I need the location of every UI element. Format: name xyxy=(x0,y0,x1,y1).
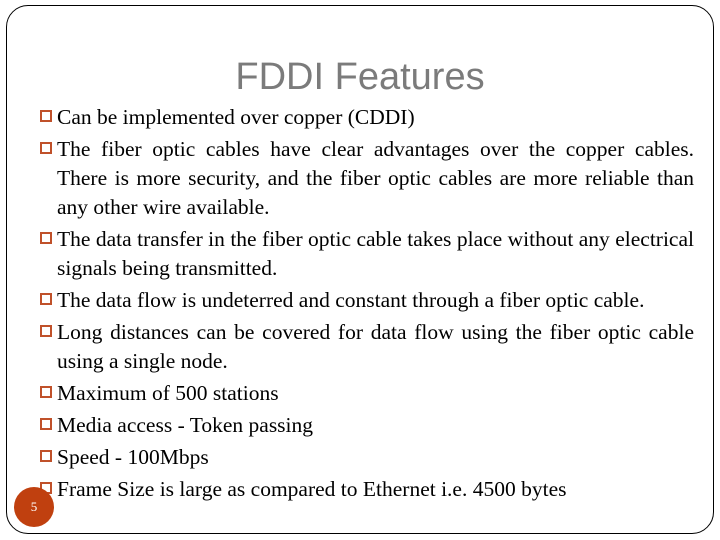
hollow-square-bullet-icon xyxy=(40,142,52,154)
page-number-badge: 5 xyxy=(14,487,54,527)
list-item-label: Can be implemented over copper (CDDI) xyxy=(57,105,415,129)
list-item: Can be implemented over copper (CDDI) xyxy=(26,103,694,132)
list-item: Media access - Token passing xyxy=(26,411,694,440)
list-item-label: The data transfer in the fiber optic cab… xyxy=(57,227,694,280)
list-item-label: Frame Size is large as compared to Ether… xyxy=(57,477,567,501)
list-item-label: Speed - 100Mbps xyxy=(57,445,209,469)
hollow-square-bullet-icon xyxy=(40,386,52,398)
list-item: The data flow is undeterred and constant… xyxy=(26,286,694,315)
list-item-label: The fiber optic cables have clear advant… xyxy=(57,137,694,219)
hollow-square-bullet-icon xyxy=(40,110,52,122)
list-item-label: Long distances can be covered for data f… xyxy=(57,320,694,373)
list-item-label: The data flow is undeterred and constant… xyxy=(57,288,645,312)
list-item: The data transfer in the fiber optic cab… xyxy=(26,225,694,283)
hollow-square-bullet-icon xyxy=(40,232,52,244)
list-item: Frame Size is large as compared to Ether… xyxy=(26,475,694,504)
hollow-square-bullet-icon xyxy=(40,450,52,462)
hollow-square-bullet-icon xyxy=(40,418,52,430)
hollow-square-bullet-icon xyxy=(40,325,52,337)
list-item: Long distances can be covered for data f… xyxy=(26,318,694,376)
list-item: The fiber optic cables have clear advant… xyxy=(26,135,694,222)
bullet-list: Can be implemented over copper (CDDI) The… xyxy=(26,103,694,507)
list-item: Maximum of 500 stations xyxy=(26,379,694,408)
page-title: FDDI Features xyxy=(235,56,485,98)
presentation-slide: FDDI Features Can be implemented over co… xyxy=(0,0,720,540)
hollow-square-bullet-icon xyxy=(40,293,52,305)
list-item: Speed - 100Mbps xyxy=(26,443,694,472)
list-item-label: Maximum of 500 stations xyxy=(57,381,279,405)
list-item-label: Media access - Token passing xyxy=(57,413,314,437)
